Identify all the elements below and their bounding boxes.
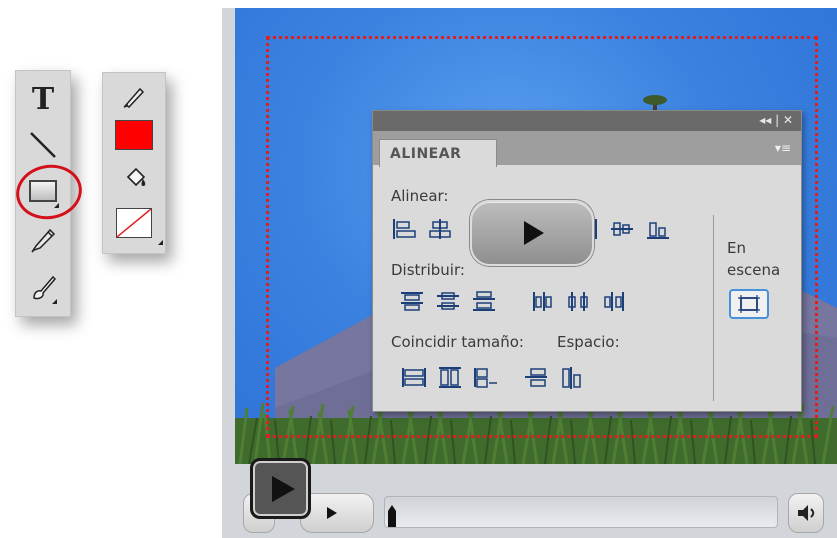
no-color-swatch <box>116 208 152 238</box>
submenu-corner-icon <box>158 240 163 245</box>
align-bottom-edge-icon[interactable] <box>645 217 671 241</box>
fill-color-tool[interactable] <box>113 117 155 153</box>
distribute-vertical-center-icon[interactable] <box>435 289 461 313</box>
brush-tool[interactable] <box>26 267 60 307</box>
panel-divider <box>713 215 714 401</box>
fill-color-swatch <box>115 120 153 150</box>
tab-alinear[interactable]: ALINEAR <box>379 139 497 167</box>
big-play-button[interactable] <box>250 458 311 519</box>
match-width-icon[interactable] <box>401 365 427 389</box>
match-size-label: Coincidir tamaño: <box>391 333 524 351</box>
paint-bucket-icon <box>126 167 146 187</box>
text-tool[interactable]: T <box>26 79 60 119</box>
play-icon <box>524 221 544 245</box>
to-stage-icon <box>738 295 760 313</box>
match-height-icon[interactable] <box>437 365 463 389</box>
play-button[interactable] <box>300 493 374 533</box>
volume-icon <box>798 505 815 521</box>
space-vertical-icon[interactable] <box>523 365 549 389</box>
distribute-top-icon[interactable] <box>399 289 425 313</box>
align-label: Alinear: <box>391 187 449 205</box>
line-tool[interactable] <box>26 125 60 165</box>
seek-handle-icon[interactable] <box>383 505 403 535</box>
distribute-right-icon[interactable] <box>601 289 627 313</box>
brush-tool-icon <box>33 275 57 300</box>
seek-bar[interactable] <box>384 496 778 528</box>
no-color-tool[interactable] <box>113 205 163 245</box>
volume-button[interactable] <box>788 493 824 533</box>
stroke-color-tool[interactable] <box>115 79 153 111</box>
distribute-icons-row <box>399 289 637 313</box>
space-horizontal-icon[interactable] <box>559 365 585 389</box>
center-play-button[interactable] <box>470 200 594 266</box>
paint-bucket-tool[interactable] <box>115 163 153 195</box>
distribute-left-icon[interactable] <box>529 289 555 313</box>
distribute-bottom-icon[interactable] <box>471 289 497 313</box>
match-width-height-icon[interactable] <box>473 365 499 389</box>
text-tool-label: T <box>31 81 55 117</box>
align-horizontal-center-icon[interactable] <box>427 217 453 241</box>
line-tool-icon <box>30 132 56 158</box>
play-icon <box>327 507 337 519</box>
panel-menu-icon[interactable]: ▾≡ <box>775 141 791 155</box>
match-size-icons-row <box>401 365 595 389</box>
align-vertical-center-icon[interactable] <box>609 217 635 241</box>
panel-titlebar[interactable]: ◂◂ | ✕ <box>373 111 801 131</box>
pencil-tool-icon <box>31 228 56 253</box>
stroke-color-icon <box>123 87 145 108</box>
stage-label-line2: escena <box>727 261 781 279</box>
panel-collapse-close-icons[interactable]: ◂◂ | ✕ <box>759 113 793 127</box>
panel-tabstrip: ALINEAR ▾≡ <box>373 131 801 167</box>
submenu-corner-icon <box>52 299 57 304</box>
to-stage-button[interactable] <box>729 289 769 319</box>
play-icon <box>271 475 295 502</box>
distribute-label: Distribuir: <box>391 261 465 279</box>
space-label: Espacio: <box>557 333 620 351</box>
color-tools-panel <box>102 72 166 254</box>
stage-label-line1: En <box>727 239 746 257</box>
align-left-edge-icon[interactable] <box>391 217 417 241</box>
distribute-horizontal-center-icon[interactable] <box>565 289 591 313</box>
pencil-tool[interactable] <box>26 219 60 259</box>
